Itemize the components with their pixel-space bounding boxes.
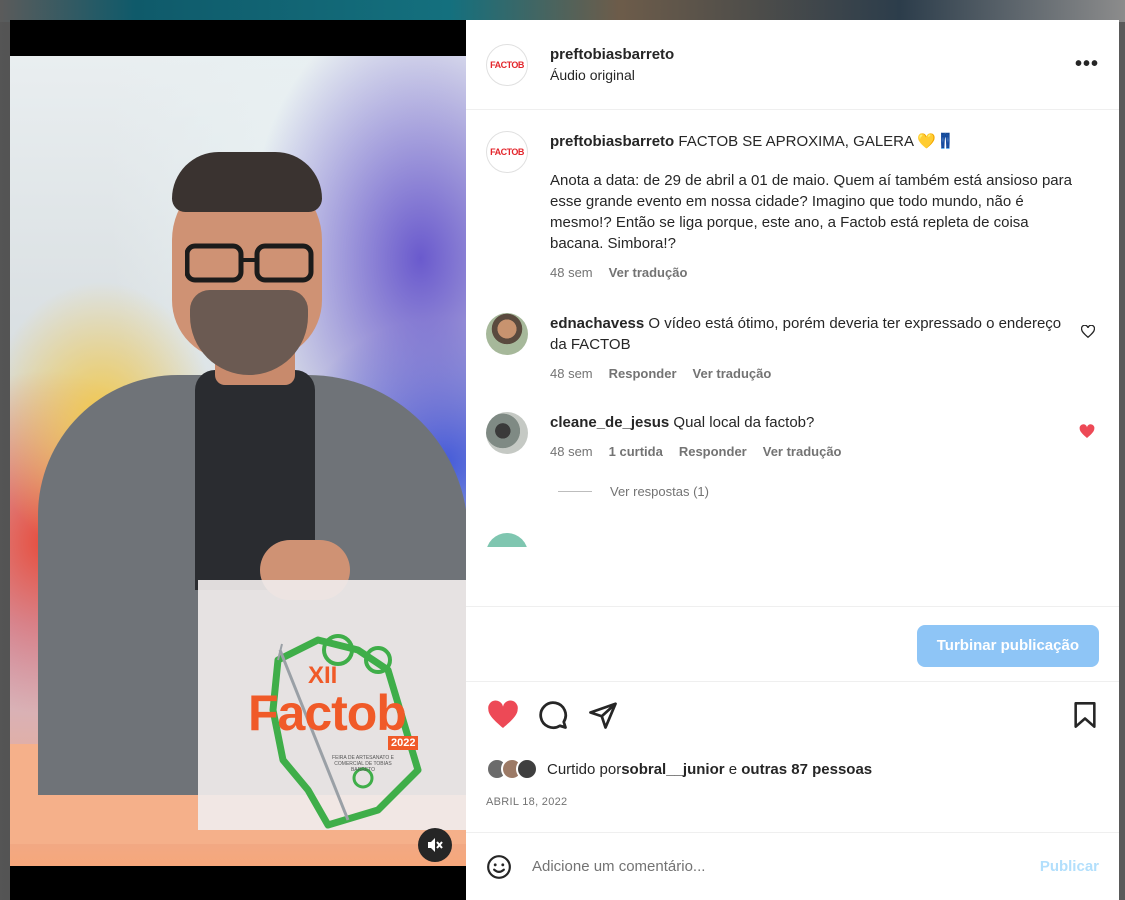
liked-comment-heart-icon[interactable] — [1079, 424, 1095, 440]
caption-time[interactable]: 48 sem — [550, 262, 593, 283]
author-username[interactable]: preftobiasbarreto — [550, 46, 1075, 63]
caption-text: Anota a data: de 29 de abril a 01 de mai… — [550, 172, 1072, 252]
comment-row: cleane_de_jesus Qual local da factob? 48… — [486, 412, 1099, 462]
boost-post-button[interactable]: Turbinar publicação — [916, 625, 1099, 667]
liked-by-user[interactable]: sobral__junior — [621, 761, 724, 778]
speaker-muted-icon — [428, 838, 443, 852]
post-actions — [486, 700, 1099, 736]
more-options-button[interactable]: ••• — [1075, 53, 1099, 76]
translate-link[interactable]: Ver tradução — [763, 441, 842, 462]
boost-section: Turbinar publicação — [466, 606, 1119, 682]
liker-avatars[interactable] — [486, 758, 538, 780]
comment-body: ednachavess O vídeo está ótimo, porém de… — [550, 313, 1075, 384]
translate-link[interactable]: Ver tradução — [693, 363, 772, 384]
caption-meta: 48 sem Ver tradução — [550, 262, 1075, 283]
comment-likes[interactable]: 1 curtida — [609, 441, 663, 462]
comment-meta: 48 sem 1 curtida Responder Ver tradução — [550, 441, 1075, 462]
comment-meta: 48 sem Responder Ver tradução — [550, 363, 1075, 384]
post-detail-panel: FACTOB preftobiasbarreto Áudio original … — [466, 20, 1119, 900]
likes-summary: Curtido por sobral__junior e outras 87 p… — [486, 758, 872, 780]
liked-by-prefix: Curtido por — [547, 760, 622, 778]
avatar-logo-text: FACTOB — [490, 147, 524, 157]
caption-row: FACTOB preftobiasbarreto FACTOB SE APROX… — [486, 131, 1099, 283]
caption-username[interactable]: preftobiasbarreto — [550, 133, 674, 150]
post-date[interactable]: ABRIL 18, 2022 — [486, 796, 567, 808]
logo-year: 2022 — [388, 736, 419, 750]
author-info: preftobiasbarreto Áudio original — [550, 46, 1075, 83]
caption-translate-link[interactable]: Ver tradução — [609, 262, 688, 283]
comment-icon[interactable] — [538, 700, 568, 730]
mute-button[interactable] — [418, 828, 452, 862]
audio-label[interactable]: Áudio original — [550, 67, 1075, 83]
commenter-avatar[interactable] — [486, 412, 528, 454]
post-header: FACTOB preftobiasbarreto Áudio original … — [466, 20, 1119, 110]
reply-link[interactable]: Responder — [679, 441, 747, 462]
publish-button[interactable]: Publicar — [1040, 858, 1099, 875]
share-icon[interactable] — [588, 700, 618, 730]
comment-row: ednachavess O vídeo está ótimo, porém de… — [486, 313, 1099, 384]
emoji-icon[interactable] — [486, 854, 512, 880]
comment-text: Qual local da factob? — [673, 414, 815, 431]
avatar-logo-text: FACTOB — [490, 59, 524, 70]
replies-divider — [558, 491, 592, 492]
comment-time[interactable]: 48 sem — [550, 363, 593, 384]
caption-body: preftobiasbarreto FACTOB SE APROXIMA, GA… — [550, 131, 1075, 283]
view-replies-button[interactable]: Ver respostas (1) — [558, 484, 1099, 499]
partially-hidden-comment — [486, 533, 1099, 547]
liked-by-middle: e — [724, 760, 742, 778]
comment-input[interactable] — [532, 858, 1040, 875]
comment-body: cleane_de_jesus Qual local da factob? 48… — [550, 412, 1075, 462]
liked-by-others[interactable]: outras 87 pessoas — [741, 761, 872, 778]
like-heart-icon[interactable] — [486, 700, 520, 732]
like-comment-heart-icon[interactable] — [1081, 325, 1095, 339]
video-player[interactable]: XII Factob 2022 FEIRA DE ARTESANATO E CO… — [10, 20, 466, 900]
caption-headline: FACTOB SE APROXIMA, GALERA 💛👖 — [678, 133, 955, 150]
logo-subtitle: FEIRA DE ARTESANATO E COMERCIAL DE TOBIA… — [332, 755, 394, 773]
liker-avatar — [516, 758, 538, 780]
comment-username[interactable]: ednachavess — [550, 315, 644, 332]
add-comment-bar: Publicar — [466, 832, 1119, 900]
author-avatar[interactable]: FACTOB — [486, 43, 528, 86]
commenter-avatar[interactable] — [486, 313, 528, 355]
backdrop-strip — [0, 0, 1125, 22]
comment-time[interactable]: 48 sem — [550, 441, 593, 462]
presenter-glasses — [185, 243, 314, 283]
comments-list[interactable]: FACTOB preftobiasbarreto FACTOB SE APROX… — [466, 111, 1119, 606]
caption-avatar[interactable]: FACTOB — [486, 131, 528, 173]
presenter-hair — [172, 152, 322, 212]
view-replies-label: Ver respostas (1) — [610, 484, 709, 499]
comment-username[interactable]: cleane_de_jesus — [550, 414, 669, 431]
reply-link[interactable]: Responder — [609, 363, 677, 384]
logo-title: Factob — [248, 685, 407, 741]
commenter-avatar[interactable] — [486, 533, 528, 547]
save-bookmark-icon[interactable] — [1071, 700, 1099, 730]
